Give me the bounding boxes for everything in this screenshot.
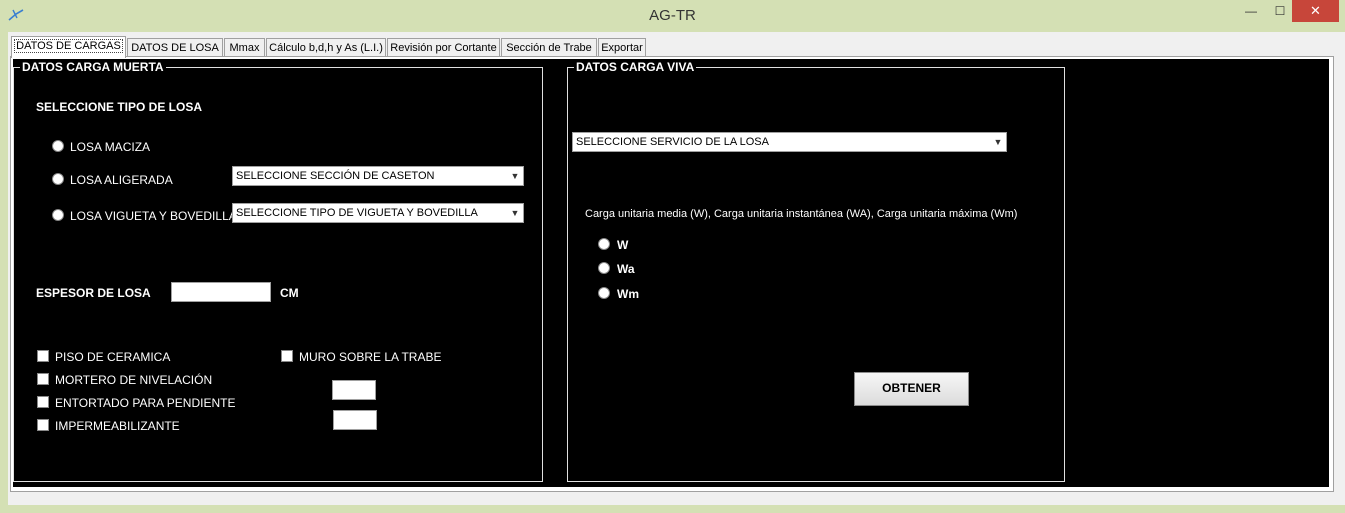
tab-calculo[interactable]: Cálculo b,d,h y As (L.I.) [266,38,386,57]
checkbox-entortado[interactable] [37,396,49,408]
tab-datos-de-losa[interactable]: DATOS DE LOSA [127,38,223,57]
close-button[interactable]: ✕ [1292,0,1339,22]
tab-mmax[interactable]: Mmax [224,38,265,57]
obtener-button[interactable]: OBTENER [854,372,969,406]
label-w: W [617,238,629,252]
tab-datos-de-cargas[interactable]: DATOS DE CARGAS [11,36,126,58]
checkbox-muro-trabe[interactable] [281,350,293,362]
tab-exportar[interactable]: Exportar [598,38,646,57]
checkbox-impermeabilizante[interactable] [37,419,49,431]
label-wm: Wm [617,287,639,301]
label-losa-vigueta: LOSA VIGUETA Y BOVEDILLA [70,209,237,223]
vigueta-combo[interactable]: SELECCIONE TIPO DE VIGUETA Y BOVEDILLA ▼ [232,203,524,223]
muro-input-2[interactable] [333,410,377,430]
carga-muerta-title: DATOS CARGA MUERTA [20,60,166,74]
espesor-input[interactable] [171,282,271,302]
radio-wm[interactable] [598,287,610,299]
client-area: DATOS DE CARGAS DATOS DE LOSA Mmax Cálcu… [8,32,1345,505]
label-piso-ceramica: PISO DE CERAMICA [55,350,171,364]
tab-panel: DATOS CARGA MUERTA SELECCIONE TIPO DE LO… [10,56,1334,492]
servicio-combo[interactable]: SELECCIONE SERVICIO DE LA LOSA ▼ [572,132,1007,152]
muro-input-1[interactable] [332,380,376,400]
radio-losa-vigueta[interactable] [52,209,64,221]
label-mortero: MORTERO DE NIVELACIÓN [55,373,213,387]
radio-w[interactable] [598,238,610,250]
checkbox-mortero[interactable] [37,373,49,385]
radio-wa[interactable] [598,262,610,274]
tipo-losa-heading: SELECCIONE TIPO DE LOSA [36,100,203,114]
label-entortado: ENTORTADO PARA PENDIENTE [55,396,236,410]
radio-losa-maciza[interactable] [52,140,64,152]
carga-muerta-groupbox: DATOS CARGA MUERTA SELECCIONE TIPO DE LO… [13,60,543,482]
label-muro-trabe: MURO SOBRE LA TRABE [299,350,442,364]
espesor-label: ESPESOR DE LOSA [36,286,151,300]
chevron-down-icon: ▼ [510,208,520,218]
carga-viva-title: DATOS CARGA VIVA [574,60,697,74]
caseton-combo[interactable]: SELECCIONE SECCIÓN DE CASETON ▼ [232,166,524,186]
window-title: AG-TR [649,7,696,24]
label-impermeabilizante: IMPERMEABILIZANTE [55,419,180,433]
minimize-button[interactable]: — [1237,0,1265,22]
carga-description: Carga unitaria media (W), Carga unitaria… [585,208,1018,220]
maximize-button[interactable]: ☐ [1266,0,1294,22]
radio-losa-aligerada[interactable] [52,173,64,185]
tab-revision-cortante[interactable]: Revisión por Cortante [387,38,500,57]
tab-seccion-trabe[interactable]: Sección de Trabe [501,38,597,57]
chevron-down-icon: ▼ [510,171,520,181]
panel-content: DATOS CARGA MUERTA SELECCIONE TIPO DE LO… [13,59,1329,487]
label-losa-maciza: LOSA MACIZA [70,140,151,154]
title-bar: AG-TR — ☐ ✕ [0,0,1345,32]
espesor-unit: CM [280,286,299,300]
checkbox-piso-ceramica[interactable] [37,350,49,362]
chevron-down-icon: ▼ [993,137,1003,147]
label-losa-aligerada: LOSA ALIGERADA [70,173,173,187]
carga-viva-groupbox: DATOS CARGA VIVA SELECCIONE SERVICIO DE … [567,60,1065,482]
label-wa: Wa [617,262,635,276]
window-bottom-border [0,505,1345,513]
